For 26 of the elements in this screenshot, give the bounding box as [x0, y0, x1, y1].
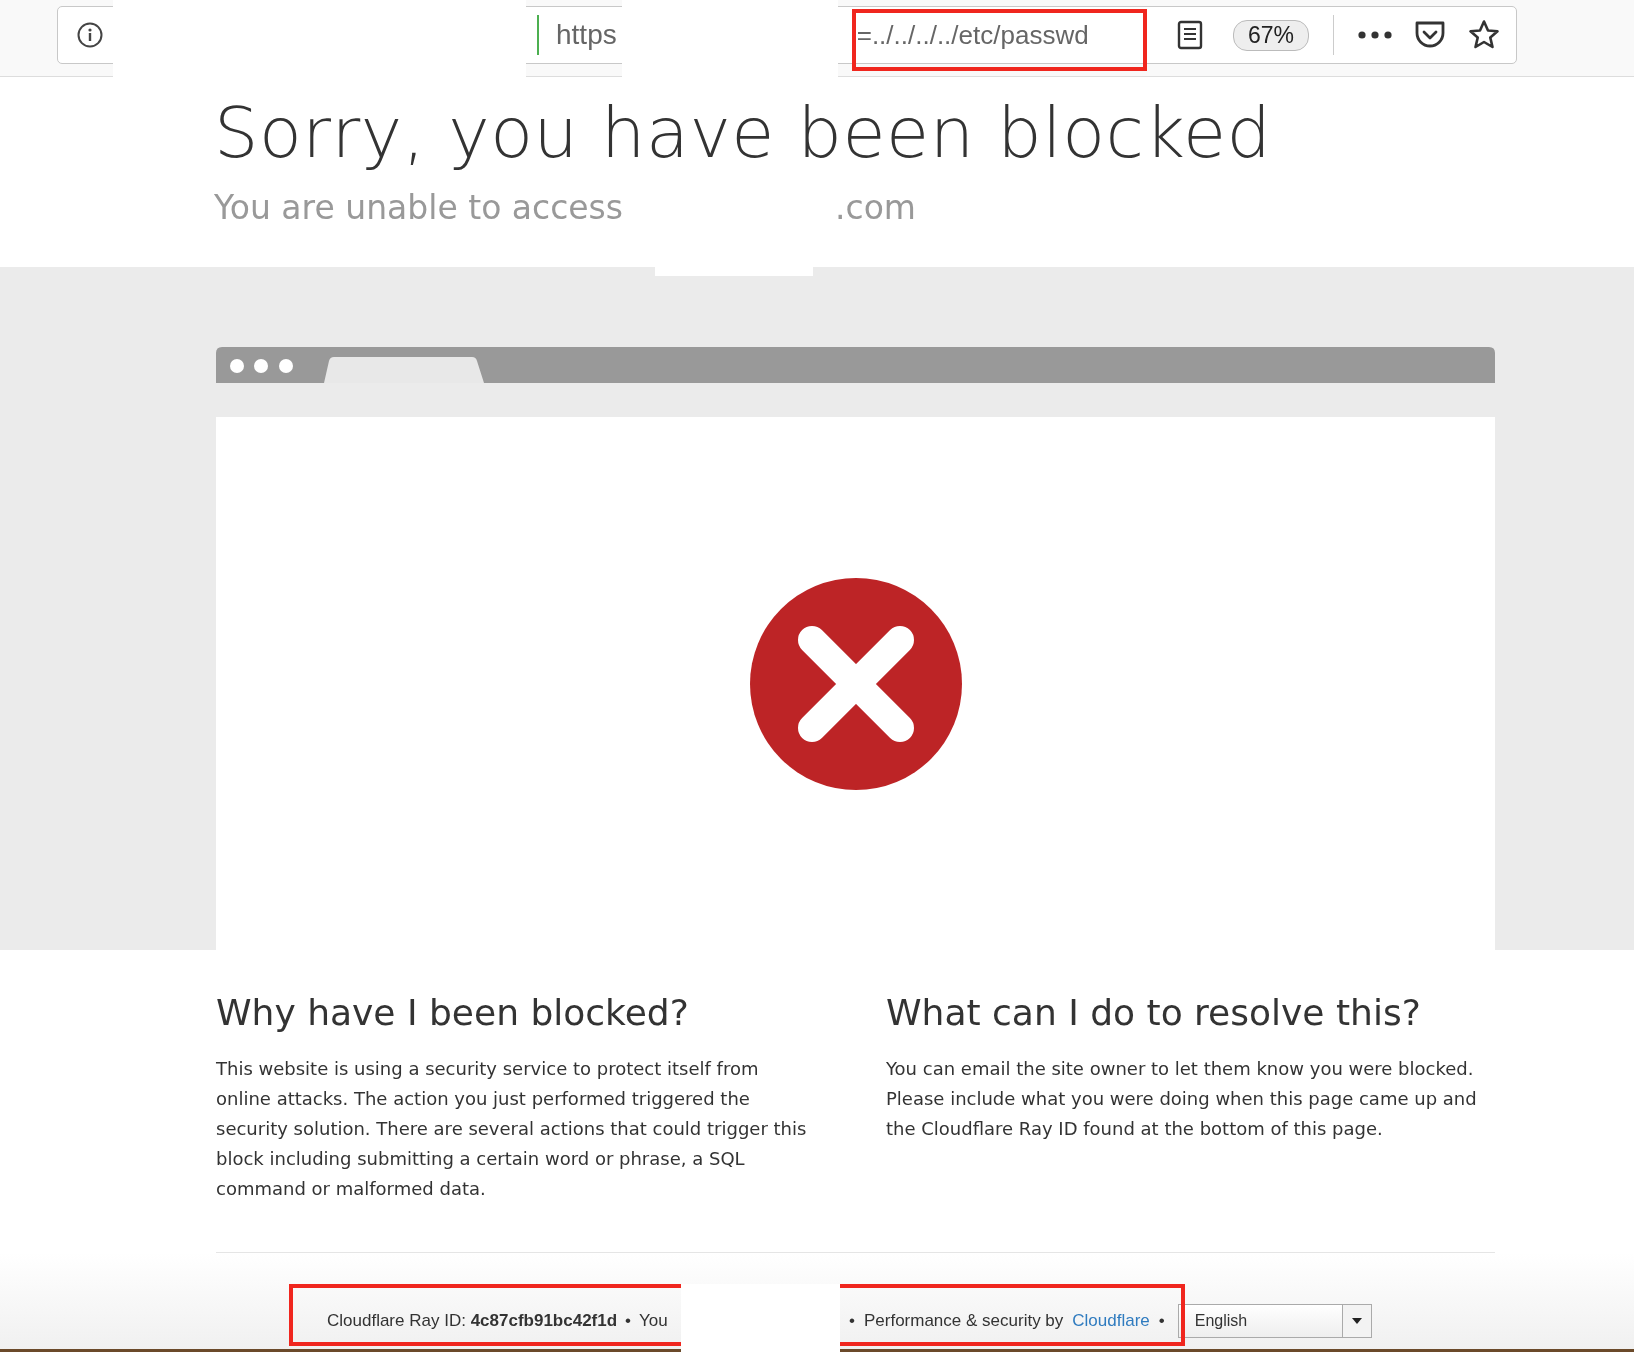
bookmark-star-icon[interactable] [1468, 19, 1500, 51]
separator-dot: • [625, 1311, 632, 1331]
language-select[interactable]: English [1177, 1304, 1372, 1338]
info-icon[interactable] [77, 22, 103, 48]
url-text[interactable]: =../../../../etc/passwd [856, 19, 1089, 51]
ip-text: You [639, 1311, 668, 1331]
pocket-icon[interactable] [1414, 20, 1446, 50]
section-paragraph: You can email the site owner to let them know you were blocked. Please include what you were doing when this page came up and the Cloudflare Ray ID found at the bottom of this page. [886, 1057, 1478, 1141]
more-icon[interactable] [1358, 31, 1392, 39]
separator-dot: • [849, 1311, 855, 1331]
subtitle-text: You are unable to access [214, 187, 623, 229]
secure-indicator [537, 15, 539, 55]
ray-id-text: Cloudflare Ray ID: 4c87cfb91bc42f1d [327, 1311, 618, 1331]
subtitle-text: .com [835, 187, 916, 229]
section-heading: Why have I been blocked? [216, 991, 690, 1035]
error-x-icon [749, 578, 962, 790]
zoom-level-button[interactable]: 67% [1232, 19, 1309, 51]
caret-icon [1351, 1318, 1362, 1324]
page-title: Sorry, you have been blocked [214, 91, 1273, 176]
cloudflare-link[interactable]: Cloudflare [1072, 1311, 1150, 1331]
separator-dot: • [1158, 1311, 1165, 1331]
section-heading: What can I do to resolve this? [886, 991, 1422, 1035]
performance-text: Performance & security by [863, 1311, 1064, 1331]
section-paragraph: This website is using a security service to protect itself from online attacks. The action you just performed triggered the security solution. There are several actions that could trigger this block including submitting a certain word or phrase, a SQL command or malformed data. [216, 1057, 808, 1201]
reader-view-icon[interactable] [1176, 20, 1203, 50]
url-text[interactable]: https [556, 19, 617, 51]
